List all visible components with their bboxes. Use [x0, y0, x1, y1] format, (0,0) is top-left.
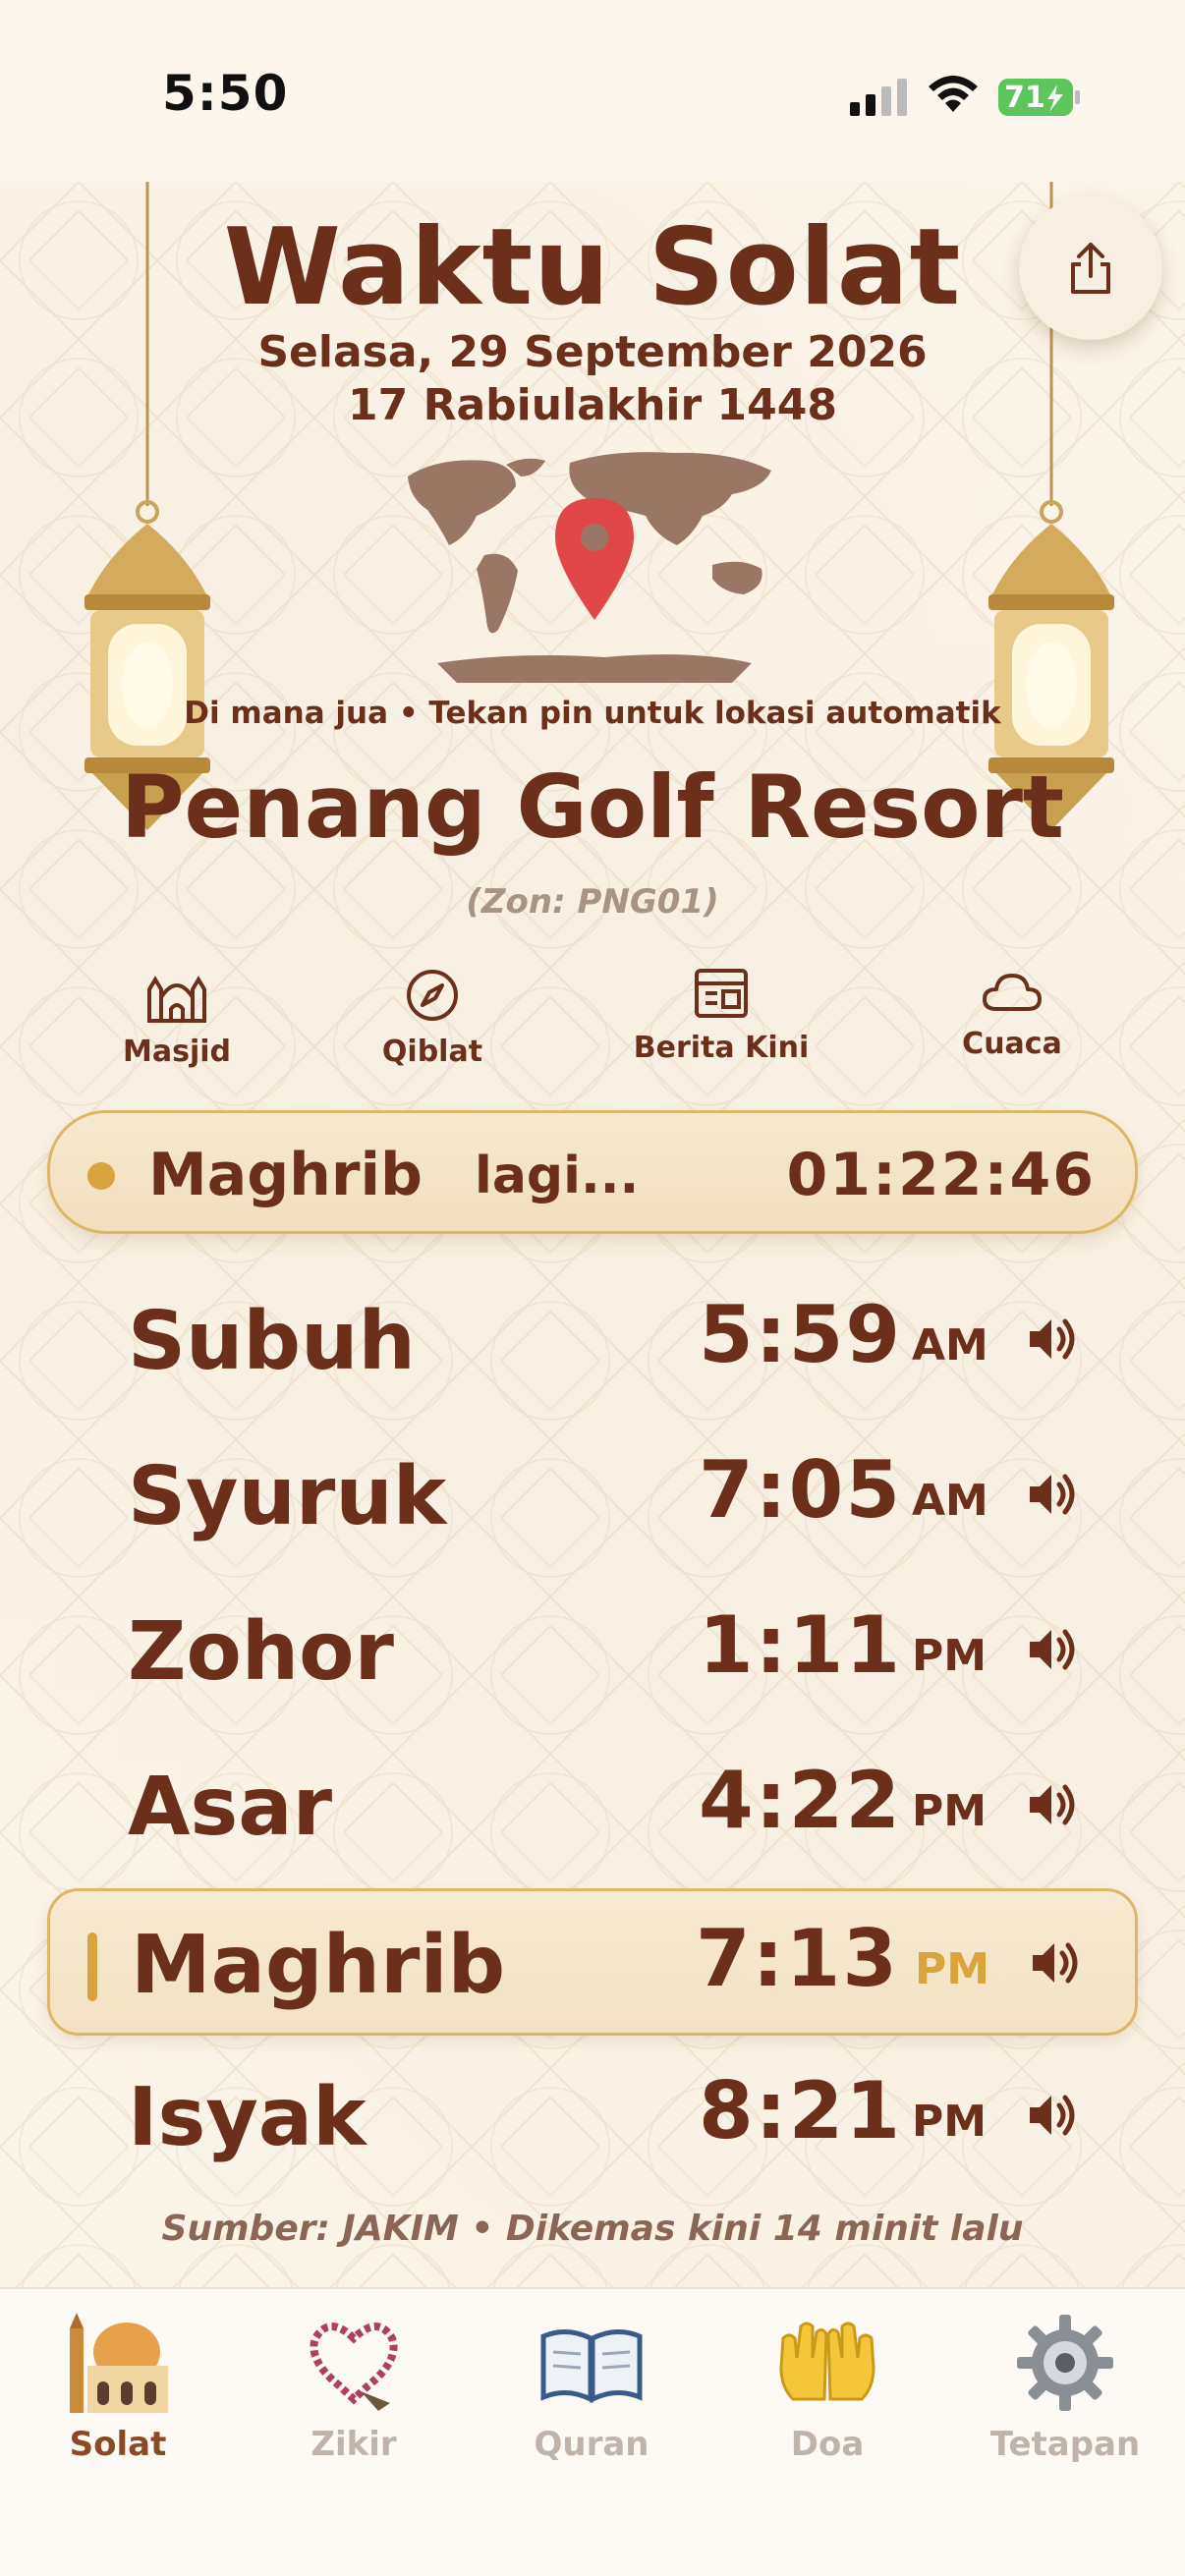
mosque-emoji-icon [70, 2313, 168, 2413]
palms-up-icon [779, 2322, 875, 2401]
tab-doa[interactable]: Doa [709, 2309, 945, 2464]
prayer-name: Syuruk [128, 1450, 447, 1543]
prayer-row-maghrib[interactable]: Maghrib 7:13 PM [47, 1888, 1138, 2036]
active-indicator [87, 1932, 97, 2001]
quick-link-masjid[interactable]: Masjid [59, 968, 295, 1069]
prayer-name: Zohor [128, 1605, 394, 1699]
quick-link-qiblat[interactable]: Qiblat [314, 968, 550, 1069]
prayer-time: 7:05 [699, 1444, 902, 1536]
prayer-ampm: AM [912, 1320, 988, 1371]
newspaper-icon [695, 969, 748, 1018]
gregorian-date: Selasa, 29 September 2026 [257, 327, 928, 377]
tab-label: Tetapan [989, 2425, 1141, 2464]
quick-link-label: Masjid [123, 1035, 231, 1069]
prayer-row-subuh[interactable]: Subuh 5:59 AM [47, 1267, 1138, 1415]
gear-icon [1017, 2315, 1113, 2411]
wifi-icon [929, 76, 978, 112]
tab-label: Doa [790, 2425, 865, 2464]
share-button[interactable] [1019, 196, 1162, 340]
share-icon [1071, 243, 1110, 294]
prayer-ampm: PM [912, 1631, 988, 1681]
prayer-ampm: PM [912, 2097, 988, 2147]
prayer-time: 4:22 [699, 1755, 902, 1846]
speaker-icon[interactable] [1024, 1777, 1079, 1832]
quick-link-label: Qiblat [381, 1035, 483, 1069]
prayer-beads-icon [310, 2323, 398, 2411]
prayer-name: Isyak [128, 2071, 367, 2164]
countdown-time: 01:22:46 [786, 1141, 1096, 1209]
mosque-icon [147, 976, 206, 1023]
quick-link-label: Cuaca [962, 1027, 1062, 1061]
page-title: Waktu Solat [223, 206, 962, 329]
prayer-time: 8:21 [699, 2065, 902, 2156]
tab-label: Quran [534, 2425, 649, 2464]
compass-icon [407, 970, 458, 1021]
speaker-icon[interactable] [1024, 1622, 1079, 1677]
location-pin-icon [555, 498, 634, 620]
prayer-name: Maghrib [131, 1919, 506, 2012]
prayer-time: 5:59 [699, 1289, 902, 1380]
quick-link-cuaca[interactable]: Cuaca [894, 968, 1130, 1061]
status-bar: 5:50 71 [0, 0, 1185, 182]
quick-link-berita-kini[interactable]: Berita Kini [603, 968, 839, 1065]
battery-indicator: 71 [998, 79, 1081, 116]
prayer-time: 7:13 [696, 1913, 899, 2004]
next-prayer-countdown[interactable]: Maghrib lagi... 01:22:46 [47, 1110, 1138, 1234]
status-time: 5:50 [162, 65, 289, 122]
prayer-row-syuruk[interactable]: Syuruk 7:05 AM [47, 1423, 1138, 1570]
prayer-row-zohor[interactable]: Zohor 1:11 PM [47, 1578, 1138, 1725]
prayer-time: 1:11 [699, 1599, 902, 1691]
hijri-date: 17 Rabiulakhir 1448 [348, 380, 837, 430]
cellular-signal-icon [850, 79, 907, 116]
prayer-ampm: PM [912, 1786, 988, 1836]
tab-solat[interactable]: Solat [0, 2309, 236, 2464]
prayer-ampm: AM [912, 1476, 988, 1526]
source-note: Sumber: JAKIM • Dikemas kini 14 minit la… [161, 2209, 1024, 2249]
cloud-icon [983, 974, 1042, 1011]
location-name[interactable]: Penang Golf Resort [0, 756, 1185, 858]
world-map-location-pin[interactable] [398, 447, 801, 688]
tab-label: Solat [69, 2425, 167, 2464]
battery-level: 71 [1004, 81, 1045, 115]
prayer-name: Asar [128, 1761, 333, 1854]
prayer-row-asar[interactable]: Asar 4:22 PM [47, 1733, 1138, 1880]
zone-label: (Zon: PNG01) [466, 882, 719, 922]
countdown-prayer-name: Maghrib [148, 1141, 423, 1209]
tab-tetapan[interactable]: Tetapan [947, 2309, 1183, 2464]
quick-link-label: Berita Kini [633, 1031, 810, 1065]
tab-bar: Solat Zikir Quran Doa Tetapan [0, 2287, 1185, 2576]
countdown-label: lagi... [475, 1147, 640, 1205]
speaker-icon[interactable] [1024, 2088, 1079, 2143]
speaker-icon[interactable] [1027, 1935, 1082, 1990]
speaker-icon[interactable] [1024, 1312, 1079, 1367]
tab-zikir[interactable]: Zikir [236, 2309, 472, 2464]
prayer-row-isyak[interactable]: Isyak 8:21 PM [47, 2044, 1138, 2191]
tab-quran[interactable]: Quran [474, 2309, 709, 2464]
prayer-name: Subuh [128, 1295, 416, 1388]
open-book-icon [540, 2329, 643, 2404]
speaker-icon[interactable] [1024, 1467, 1079, 1522]
tab-label: Zikir [310, 2425, 397, 2464]
prayer-ampm: PM [915, 1944, 990, 1994]
location-hint: Di mana jua • Tekan pin untuk lokasi aut… [184, 696, 1001, 731]
countdown-dot [87, 1162, 115, 1190]
